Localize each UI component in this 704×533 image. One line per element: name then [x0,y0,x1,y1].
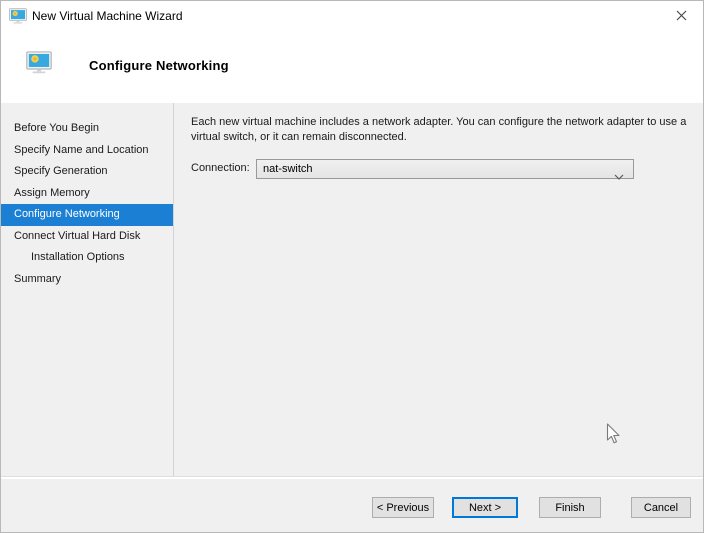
window-title: New Virtual Machine Wizard [32,9,183,23]
step-content: Each new virtual machine includes a netw… [191,103,693,476]
title-bar: New Virtual Machine Wizard [1,1,703,31]
close-icon [676,9,687,24]
sidebar-item-before-you-begin[interactable]: Before You Begin [1,118,173,140]
page-title: Configure Networking [89,58,229,73]
new-vm-wizard-window: New Virtual Machine Wizard Configure Net… [0,0,704,533]
chevron-down-icon [614,167,624,180]
description-text: Each new virtual machine includes a netw… [191,116,687,143]
connection-label: Connection: [191,162,250,174]
vm-monitor-icon [9,8,27,24]
sidebar-item-assign-memory[interactable]: Assign Memory [1,183,173,205]
sidebar-item-configure-networking[interactable]: Configure Networking [1,204,173,226]
wizard-body: Before You Begin Specify Name and Locati… [1,103,703,477]
wizard-header: Configure Networking [1,31,703,103]
sidebar-item-installation-options[interactable]: Installation Options [1,247,173,269]
finish-button[interactable]: Finish [539,497,601,518]
wizard-footer: < Previous Next > Finish Cancel [1,478,703,532]
sidebar-item-summary[interactable]: Summary [1,269,173,291]
vm-monitor-icon [26,51,52,74]
previous-button[interactable]: < Previous [372,497,434,518]
sidebar-item-specify-generation[interactable]: Specify Generation [1,161,173,183]
next-button[interactable]: Next > [452,497,518,518]
sidebar-item-connect-virtual-hard-disk[interactable]: Connect Virtual Hard Disk [1,226,173,248]
sidebar-item-specify-name-and-location[interactable]: Specify Name and Location [1,140,173,162]
wizard-steps-nav: Before You Begin Specify Name and Locati… [1,103,174,476]
connection-row: Connection: nat-switch [191,159,693,180]
cancel-button[interactable]: Cancel [631,497,691,518]
connection-dropdown[interactable]: nat-switch [256,159,634,180]
connection-selected-value: nat-switch [263,163,313,175]
close-button[interactable] [659,1,703,31]
